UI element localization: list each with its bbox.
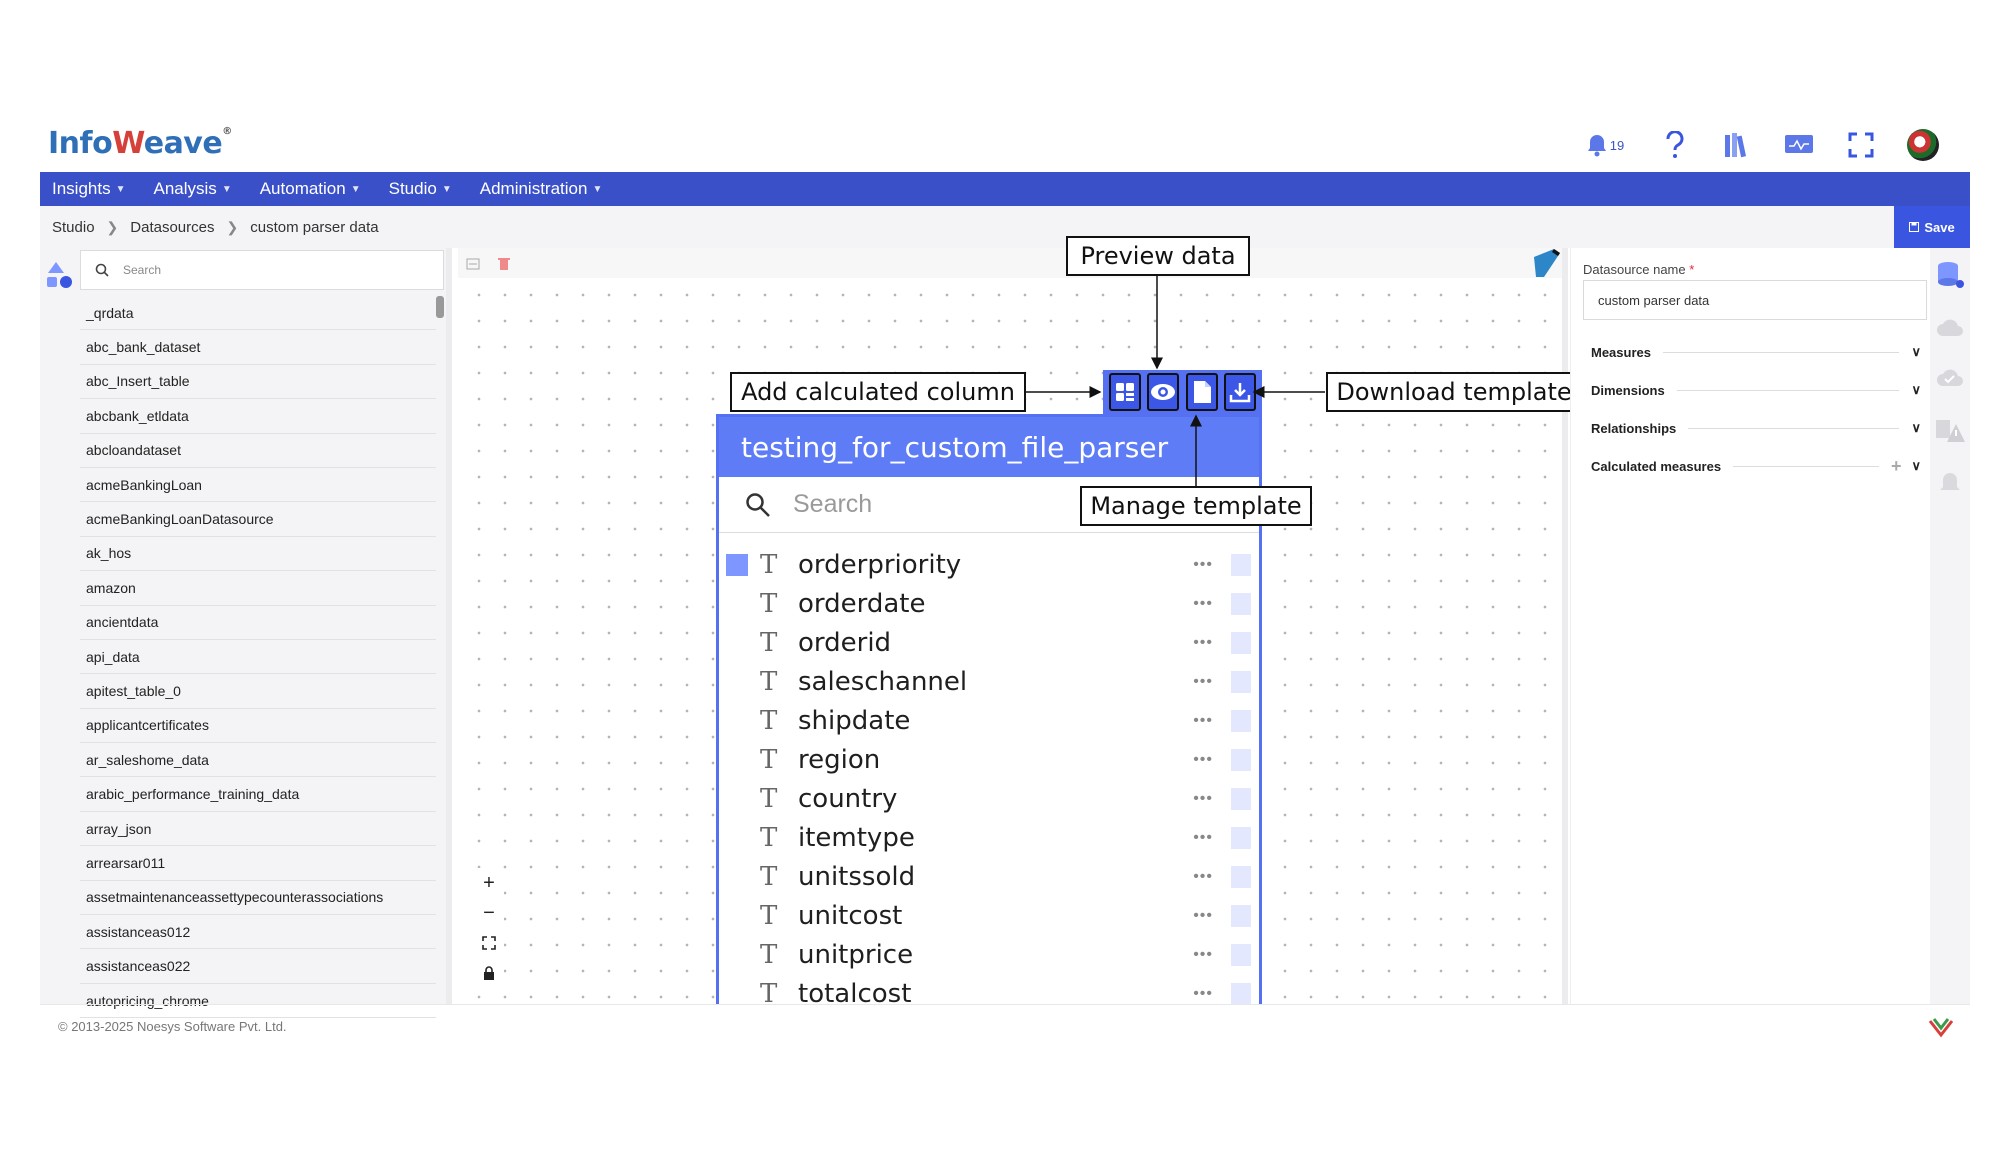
cloud-check-icon[interactable]: [1935, 366, 1965, 390]
alert-bell-icon[interactable]: [1938, 470, 1962, 498]
section-calculated-measures[interactable]: Calculated measures + ∨: [1591, 456, 1921, 476]
datasource-properties-panel: Datasource name * custom parser data Mea…: [1570, 248, 1930, 1004]
cloud-upload-icon[interactable]: [1935, 316, 1965, 340]
chevron-down-icon: ∨: [1911, 382, 1921, 397]
callout-preview-data: Preview data: [1066, 236, 1250, 276]
brand-mark-icon: [1928, 1018, 1954, 1038]
chevron-down-icon: ∨: [1911, 344, 1921, 359]
callout-manage-template: Manage template: [1080, 486, 1312, 526]
right-rail: [1930, 248, 1970, 1004]
section-dimensions[interactable]: Dimensions ∨: [1591, 380, 1921, 400]
callout-add-calculated-column: Add calculated column: [730, 372, 1026, 412]
callout-download-template: Download template: [1326, 372, 1582, 412]
warning-icon[interactable]: [1934, 416, 1966, 444]
section-relationships[interactable]: Relationships ∨: [1591, 418, 1921, 438]
datasource-name-input[interactable]: custom parser data: [1583, 280, 1927, 320]
chevron-down-icon: ∨: [1911, 458, 1921, 473]
section-measures[interactable]: Measures ∨: [1591, 342, 1921, 362]
footer: © 2013-2025 Noesys Software Pvt. Ltd.: [40, 1004, 1970, 1050]
copyright-text: © 2013-2025 Noesys Software Pvt. Ltd.: [58, 1019, 287, 1034]
add-calculated-measure-button[interactable]: +: [1891, 456, 1902, 477]
chevron-down-icon: ∨: [1911, 420, 1921, 435]
datasource-name-label: Datasource name *: [1583, 262, 1695, 277]
database-settings-icon[interactable]: [1935, 260, 1965, 290]
